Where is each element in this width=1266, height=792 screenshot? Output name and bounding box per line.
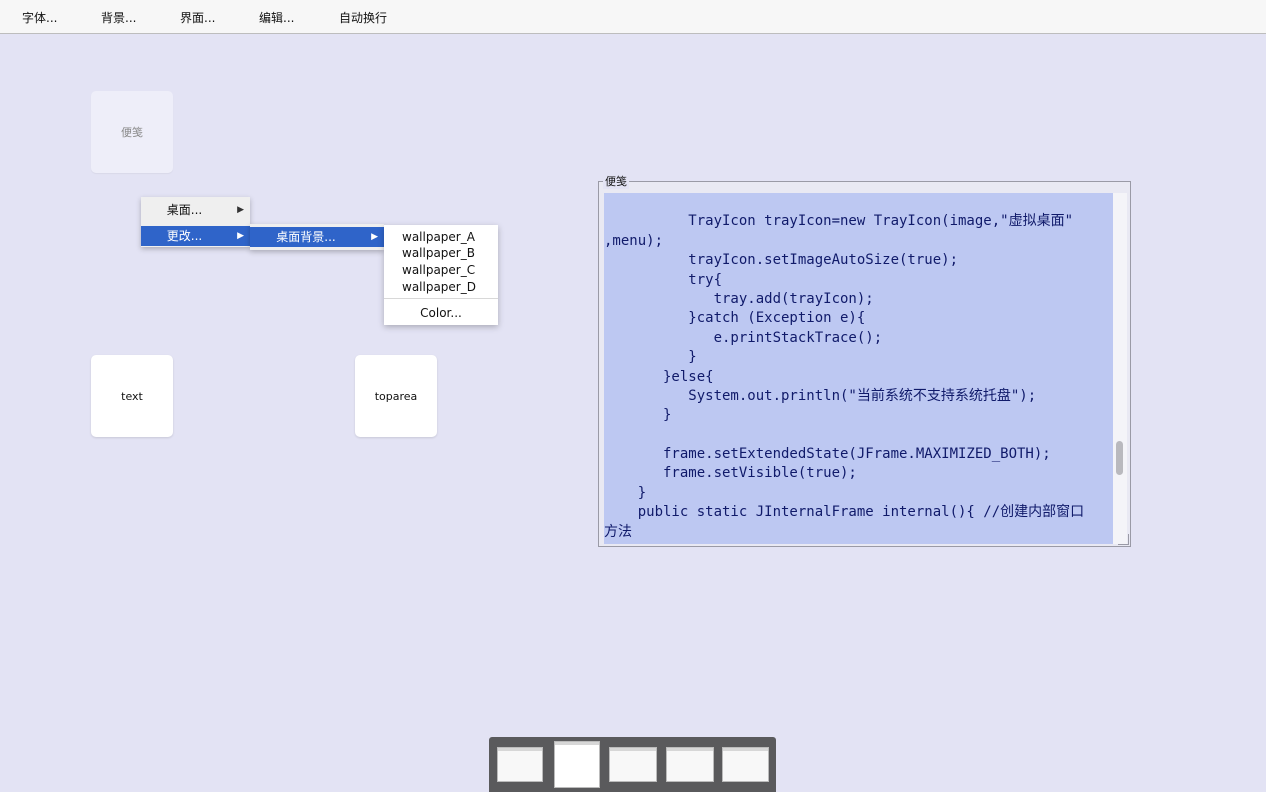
- thumb-title-bar: [723, 748, 768, 751]
- menu-item-wallpaper-a[interactable]: wallpaper_A: [402, 229, 475, 245]
- code-line: frame.setExtendedState(JFrame.MAXIMIZED_…: [604, 446, 1051, 463]
- code-line: }: [604, 407, 672, 424]
- desktop-icon-note[interactable]: 便笺: [91, 91, 173, 173]
- resize-grip-icon[interactable]: [1118, 534, 1129, 545]
- menu-word-wrap[interactable]: 自动换行: [339, 9, 387, 26]
- thumb-title-bar: [667, 748, 713, 751]
- thumb-title-bar: [498, 748, 542, 751]
- thumb-title-bar: [555, 742, 599, 745]
- vertical-scrollbar[interactable]: [1113, 193, 1127, 544]
- context-menu: 桌面... ▶ 更改... ▶: [141, 197, 250, 247]
- code-line: ,menu);: [604, 232, 664, 249]
- menu-item-color[interactable]: Color...: [384, 305, 498, 321]
- desktop-icon-text[interactable]: text: [91, 355, 173, 437]
- dock-window-thumb[interactable]: [722, 747, 769, 782]
- menu-item-wallpaper-b[interactable]: wallpaper_B: [402, 245, 475, 261]
- scrollbar-thumb[interactable]: [1116, 441, 1123, 475]
- menu-item-wallpaper-c[interactable]: wallpaper_C: [402, 262, 475, 278]
- desktop-icon-text-label: text: [121, 389, 143, 403]
- code-line: try{: [604, 271, 723, 288]
- submenu-wallpapers: wallpaper_A wallpaper_B wallpaper_C wall…: [384, 225, 498, 325]
- note-window-title: 便笺: [603, 175, 629, 189]
- note-window: 便笺 TrayIcon trayIcon=new TrayIcon(image,…: [598, 175, 1131, 547]
- submenu-arrow-icon: ▶: [237, 231, 244, 241]
- desktop-icon-note-label: 便笺: [121, 126, 143, 139]
- menu-item-change[interactable]: 更改... ▶: [141, 226, 250, 246]
- desktop-icon-toparea[interactable]: toparea: [355, 355, 437, 437]
- code-line: }: [604, 349, 697, 366]
- code-line: tray.add(trayIcon);: [604, 290, 874, 307]
- code-line: trayIcon.setImageAutoSize(true);: [604, 252, 959, 269]
- menu-item-desktop[interactable]: 桌面... ▶: [141, 200, 250, 220]
- thumb-title-bar: [610, 748, 656, 751]
- code-line: public static JInternalFrame internal(){…: [604, 504, 1085, 521]
- code-line: }catch (Exception e){: [604, 310, 866, 327]
- dock-window-thumb[interactable]: [497, 747, 543, 782]
- menu-interface[interactable]: 界面...: [180, 9, 215, 26]
- menu-bar: 字体... 背景... 界面... 编辑... 自动换行: [0, 0, 1266, 34]
- dock-window-thumb[interactable]: [609, 747, 657, 782]
- window-dock: [489, 737, 776, 792]
- code-line: }: [604, 484, 647, 501]
- textarea-top-padding: [604, 193, 1084, 212]
- submenu-arrow-icon: ▶: [371, 232, 378, 242]
- dock-window-thumb[interactable]: [666, 747, 714, 782]
- menu-item-change-label: 更改...: [166, 229, 203, 243]
- menu-separator: [384, 298, 498, 299]
- submenu-change: 桌面背景... ▶: [250, 224, 384, 250]
- menu-font[interactable]: 字体...: [22, 9, 57, 26]
- menu-item-desktop-label: 桌面...: [166, 203, 203, 217]
- code-line: frame.setVisible(true);: [604, 465, 857, 482]
- code-line: System.out.println("当前系统不支持系统托盘");: [604, 387, 1037, 404]
- code-line: 方法: [604, 523, 632, 540]
- menu-background[interactable]: 背景...: [101, 9, 136, 26]
- code-line: TrayIcon trayIcon=new TrayIcon(image,"虚拟…: [604, 213, 1074, 230]
- code-block: TrayIcon trayIcon=new TrayIcon(image,"虚拟…: [604, 193, 1084, 542]
- submenu-arrow-icon: ▶: [237, 205, 244, 215]
- note-textarea[interactable]: TrayIcon trayIcon=new TrayIcon(image,"虚拟…: [604, 193, 1113, 544]
- menu-item-desktop-background-label: 桌面背景...: [276, 230, 336, 244]
- menu-item-desktop-background[interactable]: 桌面背景... ▶: [250, 227, 384, 247]
- menu-item-wallpaper-d[interactable]: wallpaper_D: [402, 279, 476, 295]
- code-line: e.printStackTrace();: [604, 329, 883, 346]
- dock-window-thumb-active[interactable]: [554, 741, 600, 788]
- menu-edit[interactable]: 编辑...: [259, 9, 294, 26]
- code-line: }else{: [604, 368, 714, 385]
- desktop-icon-toparea-label: toparea: [374, 389, 418, 403]
